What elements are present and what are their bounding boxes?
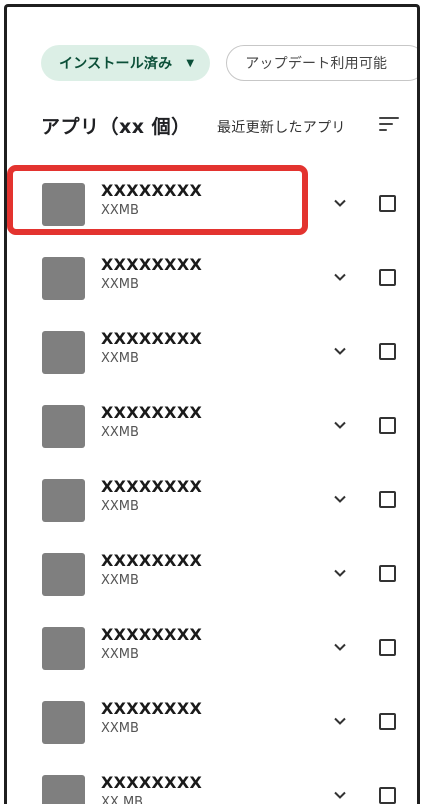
- app-row[interactable]: XXXXXXXX XX MB: [7, 761, 417, 804]
- chevron-down-icon[interactable]: [332, 639, 348, 655]
- chevron-down-icon[interactable]: [332, 269, 348, 285]
- chevron-down-icon[interactable]: [332, 417, 348, 433]
- app-name: XXXXXXXX: [101, 699, 203, 718]
- update-available-label: アップデート利用可能: [245, 56, 388, 72]
- app-icon-placeholder: [42, 257, 85, 300]
- app-row[interactable]: XXXXXXXX XXMB: [7, 169, 417, 243]
- app-name: XXXXXXXX: [101, 773, 203, 792]
- app-size: XXMB: [101, 277, 139, 292]
- app-row[interactable]: XXXXXXXX XXMB: [7, 687, 417, 761]
- chevron-down-icon[interactable]: [332, 343, 348, 359]
- app-name: XXXXXXXX: [101, 255, 203, 274]
- app-icon-placeholder: [42, 701, 85, 744]
- app-row[interactable]: XXXXXXXX XXMB: [7, 539, 417, 613]
- installed-filter-label: インストール済み: [59, 56, 173, 72]
- select-checkbox[interactable]: [379, 713, 396, 730]
- app-name: XXXXXXXX: [101, 625, 203, 644]
- app-list-header: アプリ（xx 個） 最近更新したアプリ: [41, 112, 401, 142]
- select-checkbox[interactable]: [379, 269, 396, 286]
- app-name: XXXXXXXX: [101, 477, 203, 496]
- dropdown-caret-icon: ▼: [186, 57, 195, 69]
- app-size: XXMB: [101, 499, 139, 514]
- app-name: XXXXXXXX: [101, 551, 203, 570]
- chevron-down-icon[interactable]: [332, 491, 348, 507]
- chevron-down-icon[interactable]: [332, 787, 348, 803]
- app-name: XXXXXXXX: [101, 329, 203, 348]
- app-count-title: アプリ（xx 個）: [41, 116, 191, 138]
- app-icon-placeholder: [42, 183, 85, 226]
- app-list: XXXXXXXX XXMB XXXXXXXX XXMB XXXXXXXX XXM…: [7, 169, 417, 804]
- app-size: XXMB: [101, 203, 139, 218]
- select-checkbox[interactable]: [379, 491, 396, 508]
- app-row[interactable]: XXXXXXXX XXMB: [7, 243, 417, 317]
- chevron-down-icon[interactable]: [332, 565, 348, 581]
- chevron-down-icon[interactable]: [332, 713, 348, 729]
- app-row[interactable]: XXXXXXXX XXMB: [7, 317, 417, 391]
- select-checkbox[interactable]: [379, 417, 396, 434]
- select-checkbox[interactable]: [379, 343, 396, 360]
- select-checkbox[interactable]: [379, 639, 396, 656]
- chevron-down-icon[interactable]: [332, 195, 348, 211]
- sort-icon[interactable]: [379, 117, 399, 135]
- app-size: XXMB: [101, 425, 139, 440]
- installed-filter-chip[interactable]: インストール済み ▼: [41, 45, 211, 81]
- app-icon-placeholder: [42, 627, 85, 670]
- app-icon-placeholder: [42, 405, 85, 448]
- app-size: XXMB: [101, 351, 139, 366]
- update-available-filter-chip[interactable]: アップデート利用可能: [226, 45, 417, 81]
- app-icon-placeholder: [42, 553, 85, 596]
- select-checkbox[interactable]: [379, 787, 396, 804]
- select-checkbox[interactable]: [379, 565, 396, 582]
- app-size: XXMB: [101, 647, 139, 662]
- select-checkbox[interactable]: [379, 195, 396, 212]
- app-icon-placeholder: [42, 479, 85, 522]
- app-icon-placeholder: [42, 331, 85, 374]
- app-row[interactable]: XXXXXXXX XXMB: [7, 391, 417, 465]
- app-size: XXMB: [101, 721, 139, 736]
- app-name: XXXXXXXX: [101, 403, 203, 422]
- phone-screen: インストール済み ▼ アップデート利用可能 アプリ（xx 個） 最近更新したアプ…: [4, 4, 420, 804]
- app-row[interactable]: XXXXXXXX XXMB: [7, 613, 417, 687]
- sort-order-label[interactable]: 最近更新したアプリ: [217, 117, 346, 137]
- app-row[interactable]: XXXXXXXX XXMB: [7, 465, 417, 539]
- app-name: XXXXXXXX: [101, 181, 203, 200]
- filter-chips: インストール済み ▼ アップデート利用可能: [41, 45, 417, 81]
- app-size: XXMB: [101, 573, 139, 588]
